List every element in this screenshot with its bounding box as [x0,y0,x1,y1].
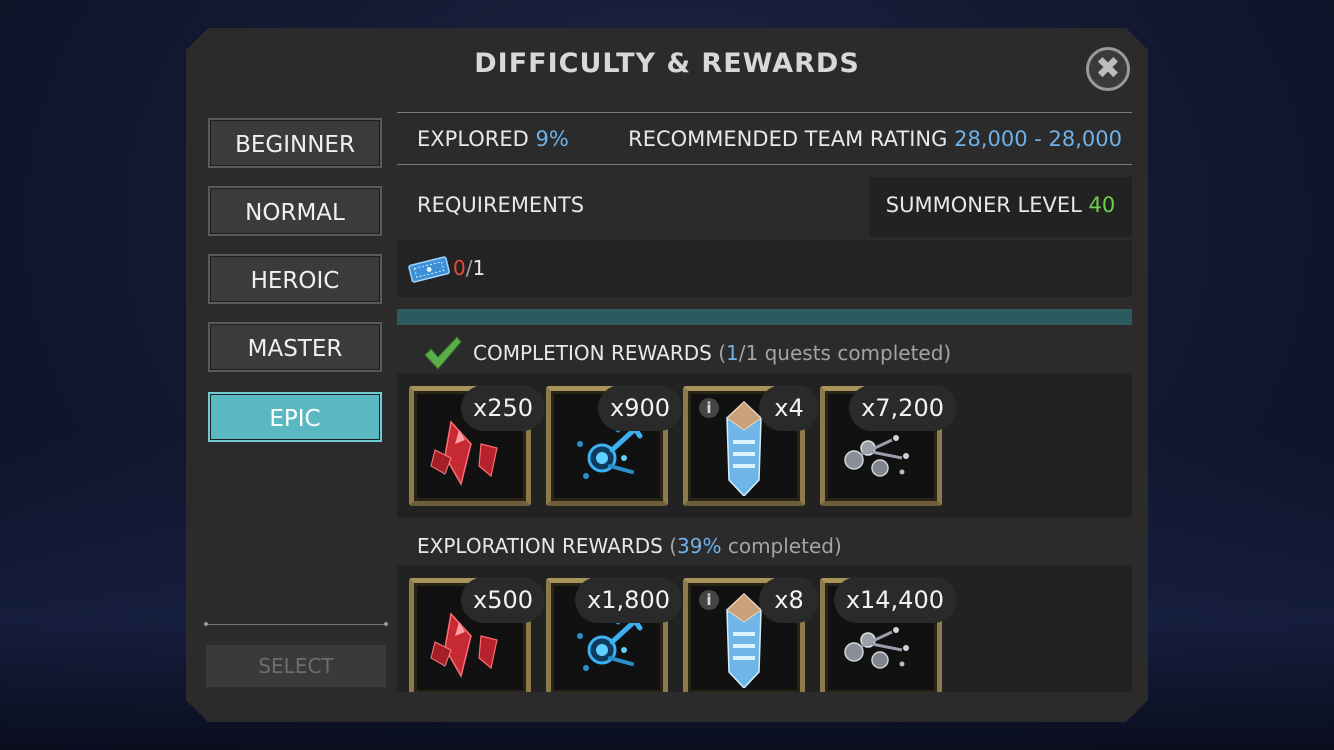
exploration-rewards-text: EXPLORATION REWARDS (39% completed) [417,524,842,568]
completion-rewards-text: COMPLETION REWARDS (1/1 quests completed… [473,331,951,375]
completion-rewards-row: x250 x900 i x4 x7,200 [397,374,1132,518]
reward-item[interactable]: x7,200 [820,385,956,506]
exploration-pct: 39% [677,534,722,558]
reward-count: x900 [597,385,682,431]
reward-item[interactable]: x14,400 [820,577,956,692]
reward-count: x8 [759,577,819,623]
left-divider [204,622,388,626]
dialog-title: DIFFICULTY & REWARDS [474,48,860,79]
difficulty-epic-button[interactable]: EPIC [208,392,382,442]
difficulty-normal-button[interactable]: NORMAL [208,186,382,236]
reward-count: x14,400 [833,577,956,623]
ticket-count: 0/1 [453,240,485,297]
exploration-open: ( [669,534,678,558]
select-button[interactable]: SELECT [206,645,386,687]
difficulty-rewards-dialog: DIFFICULTY & REWARDS ✖ BEGINNER NORMAL H… [186,28,1148,722]
reward-item[interactable]: x500 [409,577,545,692]
reward-count: x7,200 [849,385,956,431]
explored-value: 9% [535,127,569,151]
reward-item[interactable]: i x8 [683,577,819,692]
completion-rewards-label: COMPLETION REWARDS [473,341,712,365]
reward-item[interactable]: i x4 [683,385,819,506]
completion-open: ( [718,341,727,365]
summoner-level-value: 40 [1088,193,1116,217]
reward-count: x1,800 [575,577,682,623]
ticket-icon [407,254,451,289]
team-rating-value: 28,000 - 28,000 [954,127,1122,151]
top-divider [397,112,1132,113]
ticket-requirement-row: 0/1 [397,240,1132,297]
close-button[interactable]: ✖ [1086,47,1130,91]
exploration-rewards-label: EXPLORATION REWARDS [417,534,663,558]
reward-item[interactable]: x250 [409,385,545,506]
explored-label: EXPLORED [417,127,529,151]
requirements-row: REQUIREMENTS SUMMONER LEVEL 40 [397,177,1132,237]
ticket-have: 0 [453,256,466,280]
info-divider [397,164,1132,165]
info-icon[interactable]: i [699,590,719,610]
exploration-rewards-header: EXPLORATION REWARDS (39% completed) [397,524,1132,568]
team-rating-stat: RECOMMENDED TEAM RATING 28,000 - 28,000 [628,114,1122,164]
info-icon[interactable]: i [699,398,719,418]
completion-rest: /1 quests completed) [738,341,952,365]
difficulty-beginner-button[interactable]: BEGINNER [208,118,382,168]
summoner-level-box: SUMMONER LEVEL 40 [869,177,1132,237]
reward-item[interactable]: x900 [546,385,682,506]
completion-rewards-header: COMPLETION REWARDS (1/1 quests completed… [397,331,1132,375]
difficulty-heroic-button[interactable]: HEROIC [208,254,382,304]
completion-done: 1 [726,341,739,365]
ticket-need: 1 [472,256,486,280]
exploration-rewards-row: x500 x1,800 i x8 x14,400 [397,566,1132,692]
reward-count: x4 [759,385,819,431]
team-rating-label: RECOMMENDED TEAM RATING [628,127,948,151]
scroll-indicator-strip [397,309,1132,325]
exploration-rest: completed) [721,534,842,558]
explored-stat: EXPLORED 9% [417,114,569,164]
reward-count: x250 [460,385,545,431]
requirements-label: REQUIREMENTS [417,193,585,217]
difficulty-master-button[interactable]: MASTER [208,322,382,372]
reward-count: x500 [460,577,545,623]
reward-item[interactable]: x1,800 [546,577,682,692]
summoner-level-label: SUMMONER LEVEL [885,193,1082,217]
explored-rating-row: EXPLORED 9% RECOMMENDED TEAM RATING 28,0… [397,114,1132,164]
